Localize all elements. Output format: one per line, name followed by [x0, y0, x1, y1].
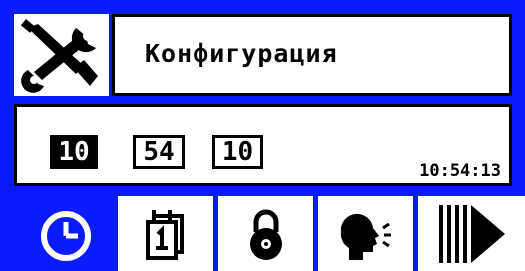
lock-icon — [249, 209, 282, 260]
seconds-field[interactable]: 10 — [212, 135, 263, 169]
voice-icon — [340, 213, 391, 260]
configuration-screen: Конфигурация 10 54 10 10:54:13 — [0, 0, 525, 271]
toolbar-lock-button[interactable] — [218, 196, 313, 271]
time-setting-panel: 10 54 10 10:54:13 — [14, 104, 512, 186]
config-icon-panel — [14, 14, 109, 96]
wrench-screwdriver-icon — [20, 19, 98, 93]
page-title: Конфигурация — [145, 39, 338, 68]
minutes-field[interactable]: 54 — [133, 135, 185, 169]
hours-field[interactable]: 10 — [50, 135, 98, 169]
toolbar-voice-button[interactable] — [318, 196, 413, 271]
next-arrow-icon — [438, 204, 505, 263]
toolbar-clock-button[interactable] — [18, 196, 113, 271]
current-time: 10:54:13 — [419, 161, 501, 181]
calendar-icon — [145, 209, 184, 260]
toolbar-calendar-button[interactable] — [118, 196, 213, 271]
title-panel: Конфигурация — [112, 14, 512, 96]
clock-icon — [40, 210, 91, 261]
toolbar-next-button[interactable] — [418, 196, 525, 271]
